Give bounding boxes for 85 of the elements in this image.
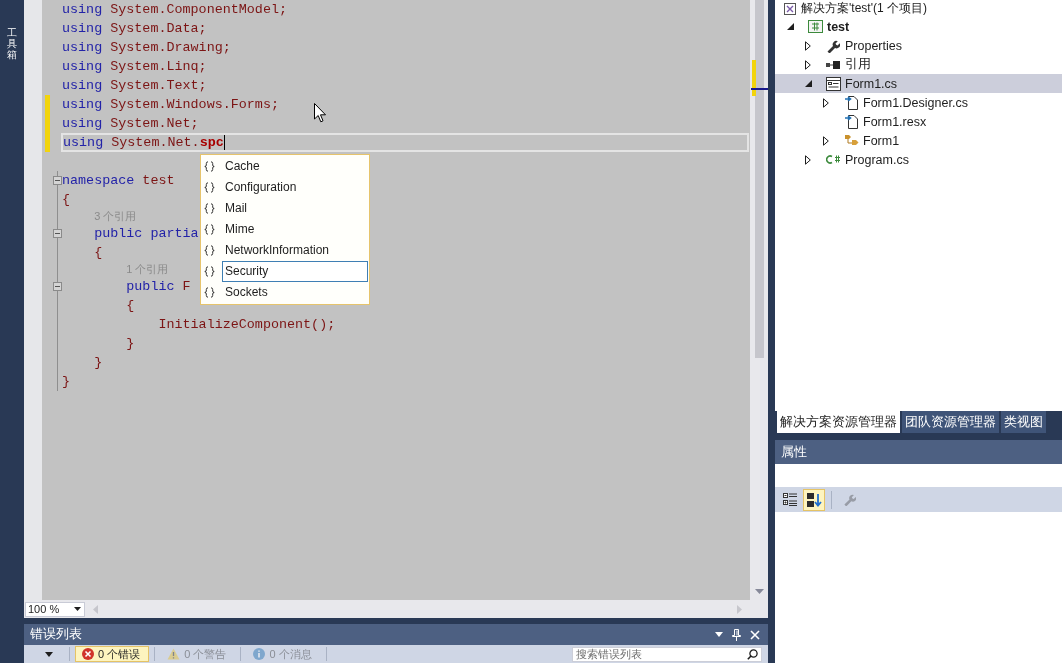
error-list-title: 错误列表 (30, 626, 82, 643)
collapsed-arrow-icon[interactable] (823, 97, 829, 108)
code-line: } (62, 373, 71, 390)
error-icon (82, 648, 94, 660)
completion-item[interactable]: Cache (222, 156, 368, 177)
form-window-icon (825, 76, 841, 91)
filter-toggle-button[interactable]: 0 个错误 (75, 646, 150, 662)
wrench-icon (826, 38, 840, 53)
tree-item[interactable]: Program.cs (775, 150, 1062, 169)
scroll-down-icon[interactable] (755, 589, 764, 594)
info-icon (253, 648, 266, 660)
tree-item[interactable]: Form1.Designer.cs (775, 93, 1062, 112)
namespace-braces-icon (204, 245, 215, 256)
expanded-arrow-icon[interactable] (786, 23, 794, 30)
namespace-braces-icon (204, 161, 215, 172)
solution-root-item[interactable]: 解决方案'test'(1 个项目) (775, 0, 1062, 17)
connected-squares-icon (826, 60, 840, 69)
namespace-braces-icon (204, 224, 215, 235)
code-line: using System.Net; (62, 115, 199, 132)
code-file-icon (825, 154, 841, 165)
categorized-list-icon (783, 493, 797, 506)
completion-item[interactable]: Sockets (222, 282, 368, 303)
code-line: namespace test (62, 172, 175, 189)
class-icon (843, 134, 859, 147)
code-line: using System.Data; (62, 20, 207, 37)
close-icon[interactable] (750, 629, 760, 640)
warning-icon (167, 648, 181, 660)
dropdown-arrow-icon[interactable] (45, 651, 53, 657)
panel-tab[interactable]: 团队资源管理器 (902, 411, 999, 433)
code-line: } (93, 354, 103, 371)
code-line: using System.Windows.Forms; (62, 96, 279, 113)
scrollbar-thumb[interactable] (755, 0, 764, 358)
code-line: public partia (93, 225, 199, 242)
completion-item[interactable]: Configuration (222, 177, 368, 198)
collapsed-arrow-icon[interactable] (805, 40, 811, 51)
tree-item[interactable]: Properties (775, 36, 1062, 55)
dropdown-arrow-icon[interactable] (74, 607, 81, 611)
tree-item[interactable]: Form1.cs (775, 74, 1062, 93)
panel-tab[interactable]: 解决方案资源管理器 (777, 411, 900, 433)
caret-overview-marker (751, 88, 768, 90)
document-icon (844, 95, 858, 110)
properties-toolbar-button[interactable] (803, 488, 825, 511)
tree-item[interactable]: 引用 (775, 55, 1062, 74)
completion-item[interactable]: Security (222, 261, 368, 282)
collapse-icon[interactable] (53, 282, 62, 291)
properties-title: 属性 (781, 443, 807, 461)
code-line: using System.Linq; (62, 58, 207, 75)
collapse-icon[interactable] (53, 229, 62, 238)
completion-item[interactable]: Mime (222, 219, 368, 240)
vertical-scrollbar[interactable] (750, 0, 768, 600)
zoom-dropdown[interactable]: 100 % (25, 601, 85, 617)
completion-item[interactable]: NetworkInformation (222, 240, 368, 261)
panel-tab[interactable]: 类视图 (1001, 411, 1046, 433)
tree-item[interactable]: Form1.resx (775, 112, 1062, 131)
code-line: using System.Net.spc (63, 134, 224, 151)
tree-item[interactable]: test (775, 17, 1062, 36)
expanded-arrow-icon[interactable] (804, 80, 812, 87)
wrench-icon (842, 493, 856, 506)
code-line: } (125, 335, 135, 352)
code-line: using System.Drawing; (62, 39, 231, 56)
code-line: public F (125, 278, 191, 295)
code-line: using System.ComponentModel; (62, 1, 287, 18)
code-line: using System.Text; (62, 77, 207, 94)
sort-down-icon (806, 492, 822, 507)
namespace-braces-icon (204, 266, 215, 277)
namespace-braces-icon (204, 203, 215, 214)
mouse-pointer-icon (314, 103, 327, 123)
code-line: { (125, 297, 135, 314)
code-line: { (93, 244, 103, 261)
collapsed-arrow-icon[interactable] (805, 59, 811, 70)
collapsed-arrow-icon[interactable] (805, 154, 811, 165)
collapse-icon[interactable] (53, 176, 62, 185)
document-icon (844, 114, 858, 129)
dropdown-arrow-icon[interactable] (715, 632, 723, 637)
namespace-braces-icon (204, 287, 215, 298)
completion-item[interactable]: Mail (222, 198, 368, 219)
pin-icon[interactable] (732, 628, 741, 641)
text-caret (223, 135, 225, 150)
tree-item[interactable]: Form1 (775, 131, 1062, 150)
code-line: { (62, 191, 71, 208)
hash-box-icon (807, 20, 823, 33)
namespace-braces-icon (204, 182, 215, 193)
toolbox-tab[interactable]: 工具箱 (7, 27, 17, 60)
code-line: InitializeComponent(); (157, 316, 336, 333)
collapsed-arrow-icon[interactable] (823, 135, 829, 146)
